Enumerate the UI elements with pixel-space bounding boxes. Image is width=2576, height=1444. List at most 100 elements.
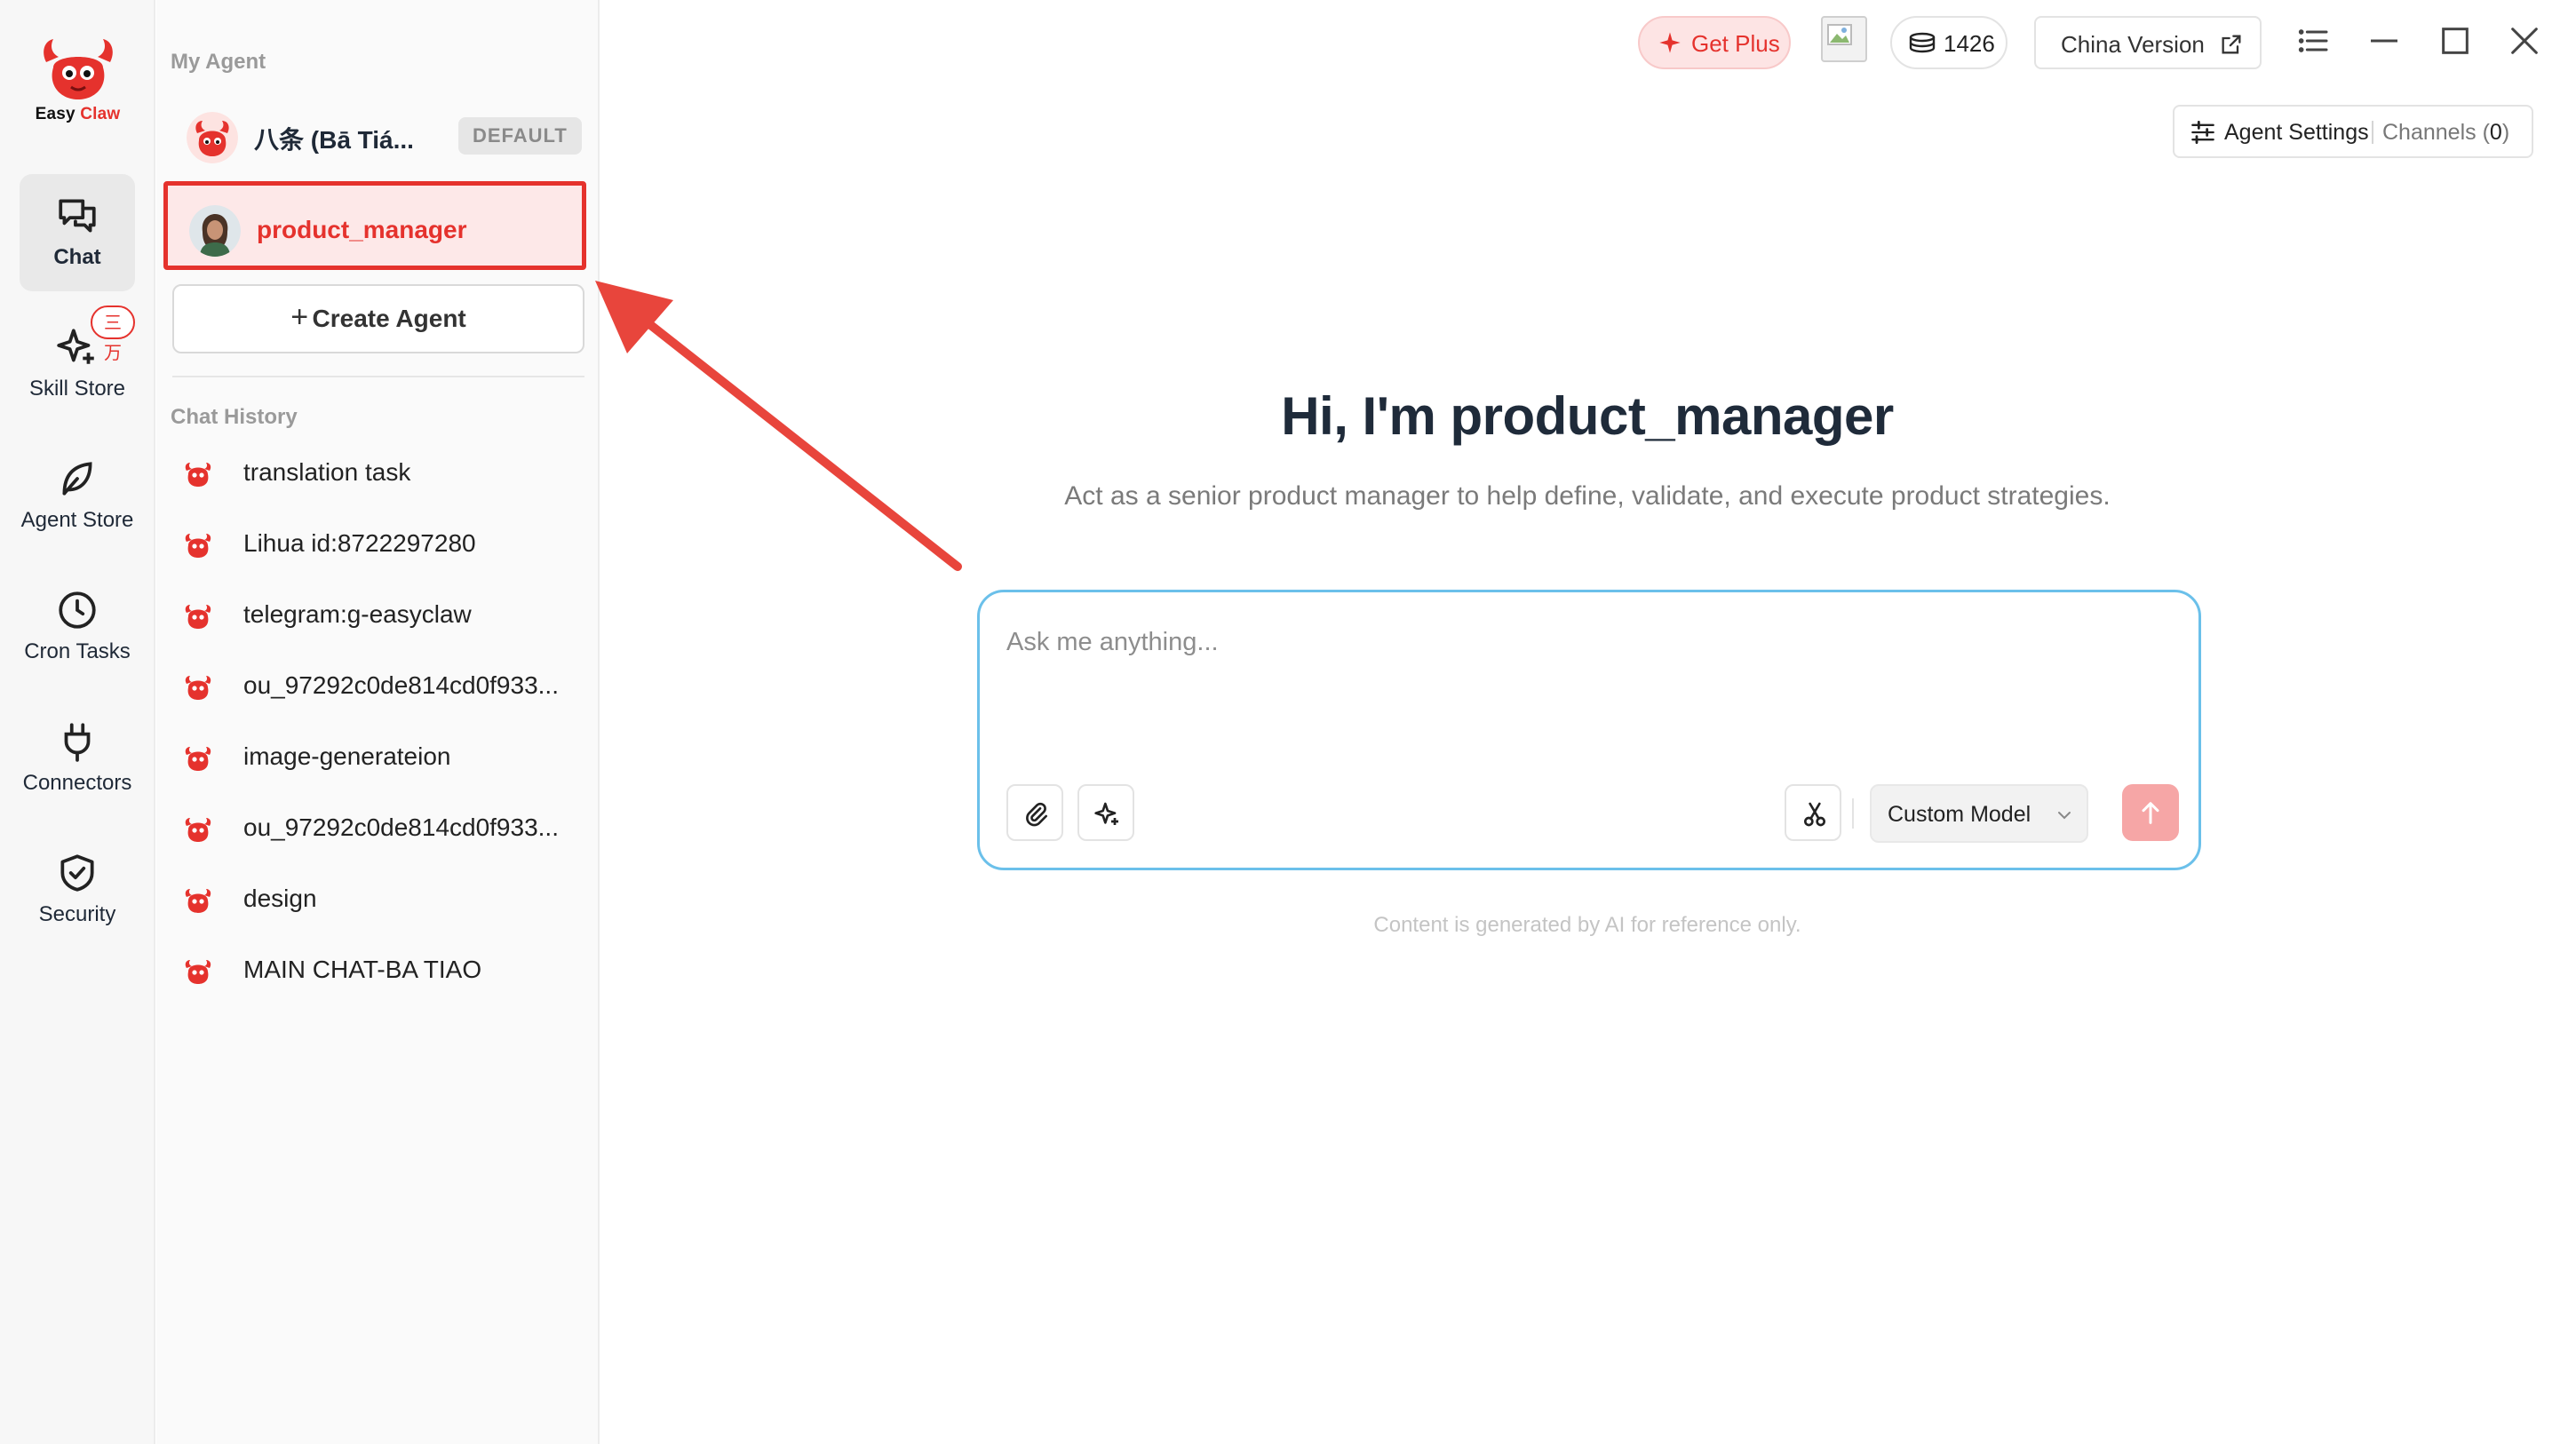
history-label: telegram:g-easyclaw [243, 600, 472, 628]
shield-icon [60, 854, 94, 892]
history-label: Lihua id:8722297280 [243, 529, 476, 557]
rail-label-connectors: Connectors [22, 771, 132, 795]
rail-item-connectors[interactable]: Connectors [20, 700, 135, 817]
default-badge: DEFAULT [458, 117, 582, 155]
settings-separator [2372, 121, 2373, 144]
rail-label-cron-tasks: Cron Tasks [24, 639, 131, 663]
agent-settings-label: Agent Settings [2224, 120, 2369, 145]
chat-icon [59, 199, 96, 233]
history-label: translation task [243, 458, 411, 486]
get-plus-label: Get Plus [1691, 30, 1780, 57]
maximize-icon[interactable] [2437, 23, 2473, 59]
lobster-mini-icon [185, 605, 211, 629]
agent-name-default: 八条 (Bā Tiá... [254, 126, 414, 154]
scissors-button[interactable] [1785, 784, 1841, 841]
close-icon[interactable] [2507, 23, 2542, 59]
send-button[interactable] [2122, 784, 2179, 841]
agent-item-default[interactable]: 八条 (Bā Tiá... DEFAULT [172, 92, 583, 178]
lobster-logo-icon [43, 39, 113, 99]
lobster-mini-icon [185, 818, 211, 842]
chevron-down-icon [2058, 812, 2071, 820]
history-item[interactable]: image-generateion [172, 728, 583, 785]
rail-item-cron-tasks[interactable]: Cron Tasks [20, 568, 135, 686]
agent-settings-button[interactable]: Agent Settings Channels (0) [2173, 105, 2533, 158]
lobster-mini-icon [185, 676, 211, 700]
person-avatar-icon [189, 205, 241, 257]
minimize-icon[interactable] [2366, 23, 2402, 59]
model-selector[interactable]: Custom Model [1870, 784, 2088, 843]
lobster-avatar [187, 112, 238, 163]
coins-icon [1909, 32, 1936, 53]
credits-count: 1426 [1944, 30, 1995, 57]
sparkle-icon [1094, 802, 1118, 825]
plug-icon [64, 723, 91, 762]
greeting-title: Hi, I'm product_manager [1281, 386, 1894, 446]
product-manager-avatar [189, 205, 241, 257]
rail-label-security: Security [38, 902, 116, 926]
ai-disclaimer: Content is generated by AI for reference… [1373, 913, 1801, 937]
rail-item-agent-store[interactable]: Agent Store [20, 437, 135, 554]
channels-label-close: ) [2501, 120, 2510, 145]
composer-separator [1852, 798, 1854, 829]
channels-label-text: Channels ( [2382, 120, 2490, 145]
get-plus-button[interactable]: Get Plus [1638, 16, 1791, 69]
app-logo[interactable]: Easy Claw [27, 36, 129, 124]
create-agent-label: Create Agent [312, 305, 466, 332]
message-input[interactable] [1006, 628, 2161, 734]
credits-button[interactable]: 1426 [1890, 16, 2008, 69]
rail-label-chat: Chat [53, 245, 101, 269]
agent-name-product-manager: product_manager [257, 216, 467, 243]
model-selector-label: Custom Model [1888, 802, 2031, 827]
history-item[interactable]: translation task [172, 444, 583, 501]
leaf-icon [62, 462, 92, 496]
history-label: MAIN CHAT-BA TIAO [243, 956, 482, 983]
magic-prompt-button[interactable] [1077, 784, 1134, 841]
sliders-icon [2191, 121, 2214, 144]
history-item[interactable]: ou_97292c0de814cd0f933... [172, 657, 583, 714]
rail-item-chat[interactable]: Chat [20, 174, 135, 291]
agent-item-product-manager[interactable]: product_manager [163, 181, 586, 270]
create-agent-button[interactable]: + Create Agent [172, 284, 584, 353]
history-label: image-generateion [243, 742, 451, 770]
history-label: design [243, 885, 317, 912]
paperclip-icon [1026, 802, 1047, 827]
plus-icon: + [290, 299, 309, 334]
broken-image-icon [1827, 24, 1852, 45]
history-item[interactable]: telegram:g-easyclaw [172, 586, 583, 643]
message-composer: Custom Model [977, 590, 2201, 870]
rail-item-skill-store[interactable]: Skill Store 三万 [20, 305, 135, 423]
history-item[interactable]: Lihua id:8722297280 [172, 515, 583, 572]
history-item[interactable]: ou_97292c0de814cd0f933... [172, 799, 583, 856]
scissors-icon [1804, 802, 1825, 827]
user-avatar[interactable] [1821, 16, 1867, 62]
rail-item-security[interactable]: Security [20, 831, 135, 948]
panel-divider [172, 376, 584, 377]
rail-label-agent-store: Agent Store [20, 508, 134, 532]
channels-count: 0 [2489, 120, 2502, 145]
channels-label: Channels (0) [2382, 120, 2509, 146]
skill-store-badge: 三万 [91, 305, 135, 363]
attach-button[interactable] [1006, 784, 1063, 841]
arrow-up-icon [2142, 802, 2159, 824]
list-menu-icon[interactable] [2295, 23, 2331, 59]
history-item[interactable]: MAIN CHAT-BA TIAO [172, 941, 583, 998]
clock-icon [59, 591, 96, 629]
rail-label-skill-store: Skill Store [28, 377, 126, 401]
history-item[interactable]: design [172, 870, 583, 927]
external-link-icon [2222, 35, 2241, 54]
lobster-mini-icon [185, 960, 211, 984]
china-version-button[interactable]: China Version [2034, 16, 2262, 69]
logo-easy-text: Easy [35, 105, 76, 123]
star-icon [1659, 32, 1681, 53]
history-label: ou_97292c0de814cd0f933... [243, 671, 559, 699]
lobster-avatar-icon [187, 112, 238, 163]
icon-rail: Easy Claw Chat Skill Store 三万 Agent Stor… [0, 0, 155, 1444]
lobster-mini-icon [185, 534, 211, 558]
china-version-label: China Version [2061, 31, 2205, 58]
my-agent-heading: My Agent [171, 50, 266, 74]
lobster-mini-icon [185, 889, 211, 913]
agent-panel: My Agent 八条 (Bā Tiá... DEFAULT product_m… [156, 0, 600, 1444]
agent-description: Act as a senior product manager to help … [1064, 481, 2111, 511]
logo-claw-text: Claw [80, 105, 121, 123]
lobster-mini-icon [185, 747, 211, 771]
